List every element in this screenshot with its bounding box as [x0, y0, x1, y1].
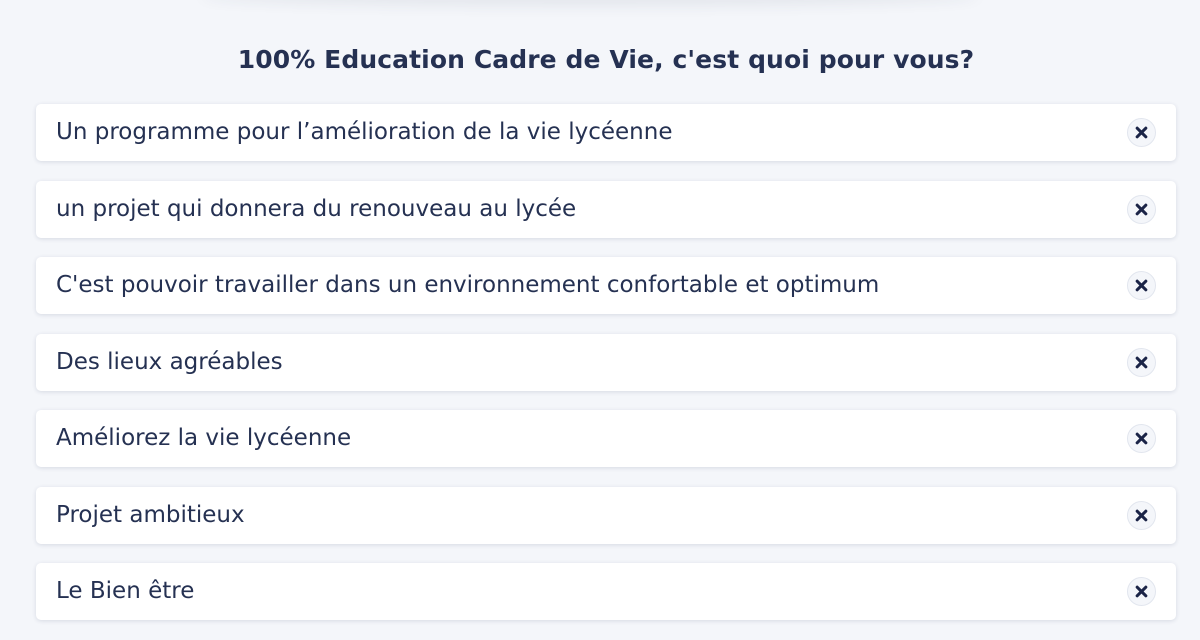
- remove-answer-button[interactable]: [1127, 347, 1156, 377]
- close-icon: [1135, 279, 1148, 292]
- list-item: un projet qui donnera du renouveau au ly…: [36, 180, 1176, 238]
- close-icon: [1135, 509, 1148, 521]
- remove-answer-button[interactable]: [1127, 271, 1156, 300]
- list-item: Améliorez la vie lycéenne: [36, 410, 1176, 467]
- answer-text: C'est pouvoir travailler dans un environ…: [56, 272, 880, 298]
- close-icon: [1135, 585, 1148, 598]
- answer-text: Le Bien être: [56, 578, 195, 604]
- close-icon: [1135, 203, 1148, 215]
- page-title: 100% Education Cadre de Vie, c'est quoi …: [237, 44, 975, 74]
- answer-text: Des lieux agréables: [56, 348, 283, 375]
- remove-answer-button[interactable]: [1127, 118, 1156, 147]
- remove-answer-button[interactable]: [1127, 424, 1156, 453]
- answer-text: Un programme pour l’amélioration de la v…: [56, 119, 673, 145]
- close-icon: [1135, 126, 1148, 139]
- remove-answer-button[interactable]: [1127, 577, 1156, 606]
- list-item: Un programme pour l’amélioration de la v…: [36, 104, 1176, 161]
- answer-list: Un programme pour l’amélioration de la v…: [36, 104, 1176, 640]
- list-item: Projet ambitieux: [36, 486, 1176, 544]
- remove-answer-button[interactable]: [1127, 500, 1156, 530]
- list-item: Des lieux agréables: [36, 333, 1176, 391]
- remove-answer-button[interactable]: [1127, 194, 1156, 224]
- answer-text: Projet ambitieux: [56, 501, 245, 528]
- close-icon: [1135, 432, 1148, 445]
- list-item: Le Bien être: [36, 563, 1176, 620]
- list-item: C'est pouvoir travailler dans un environ…: [36, 257, 1176, 314]
- answer-text: Améliorez la vie lycéenne: [56, 425, 352, 451]
- close-icon: [1135, 356, 1148, 368]
- answer-text: un projet qui donnera du renouveau au ly…: [56, 195, 577, 222]
